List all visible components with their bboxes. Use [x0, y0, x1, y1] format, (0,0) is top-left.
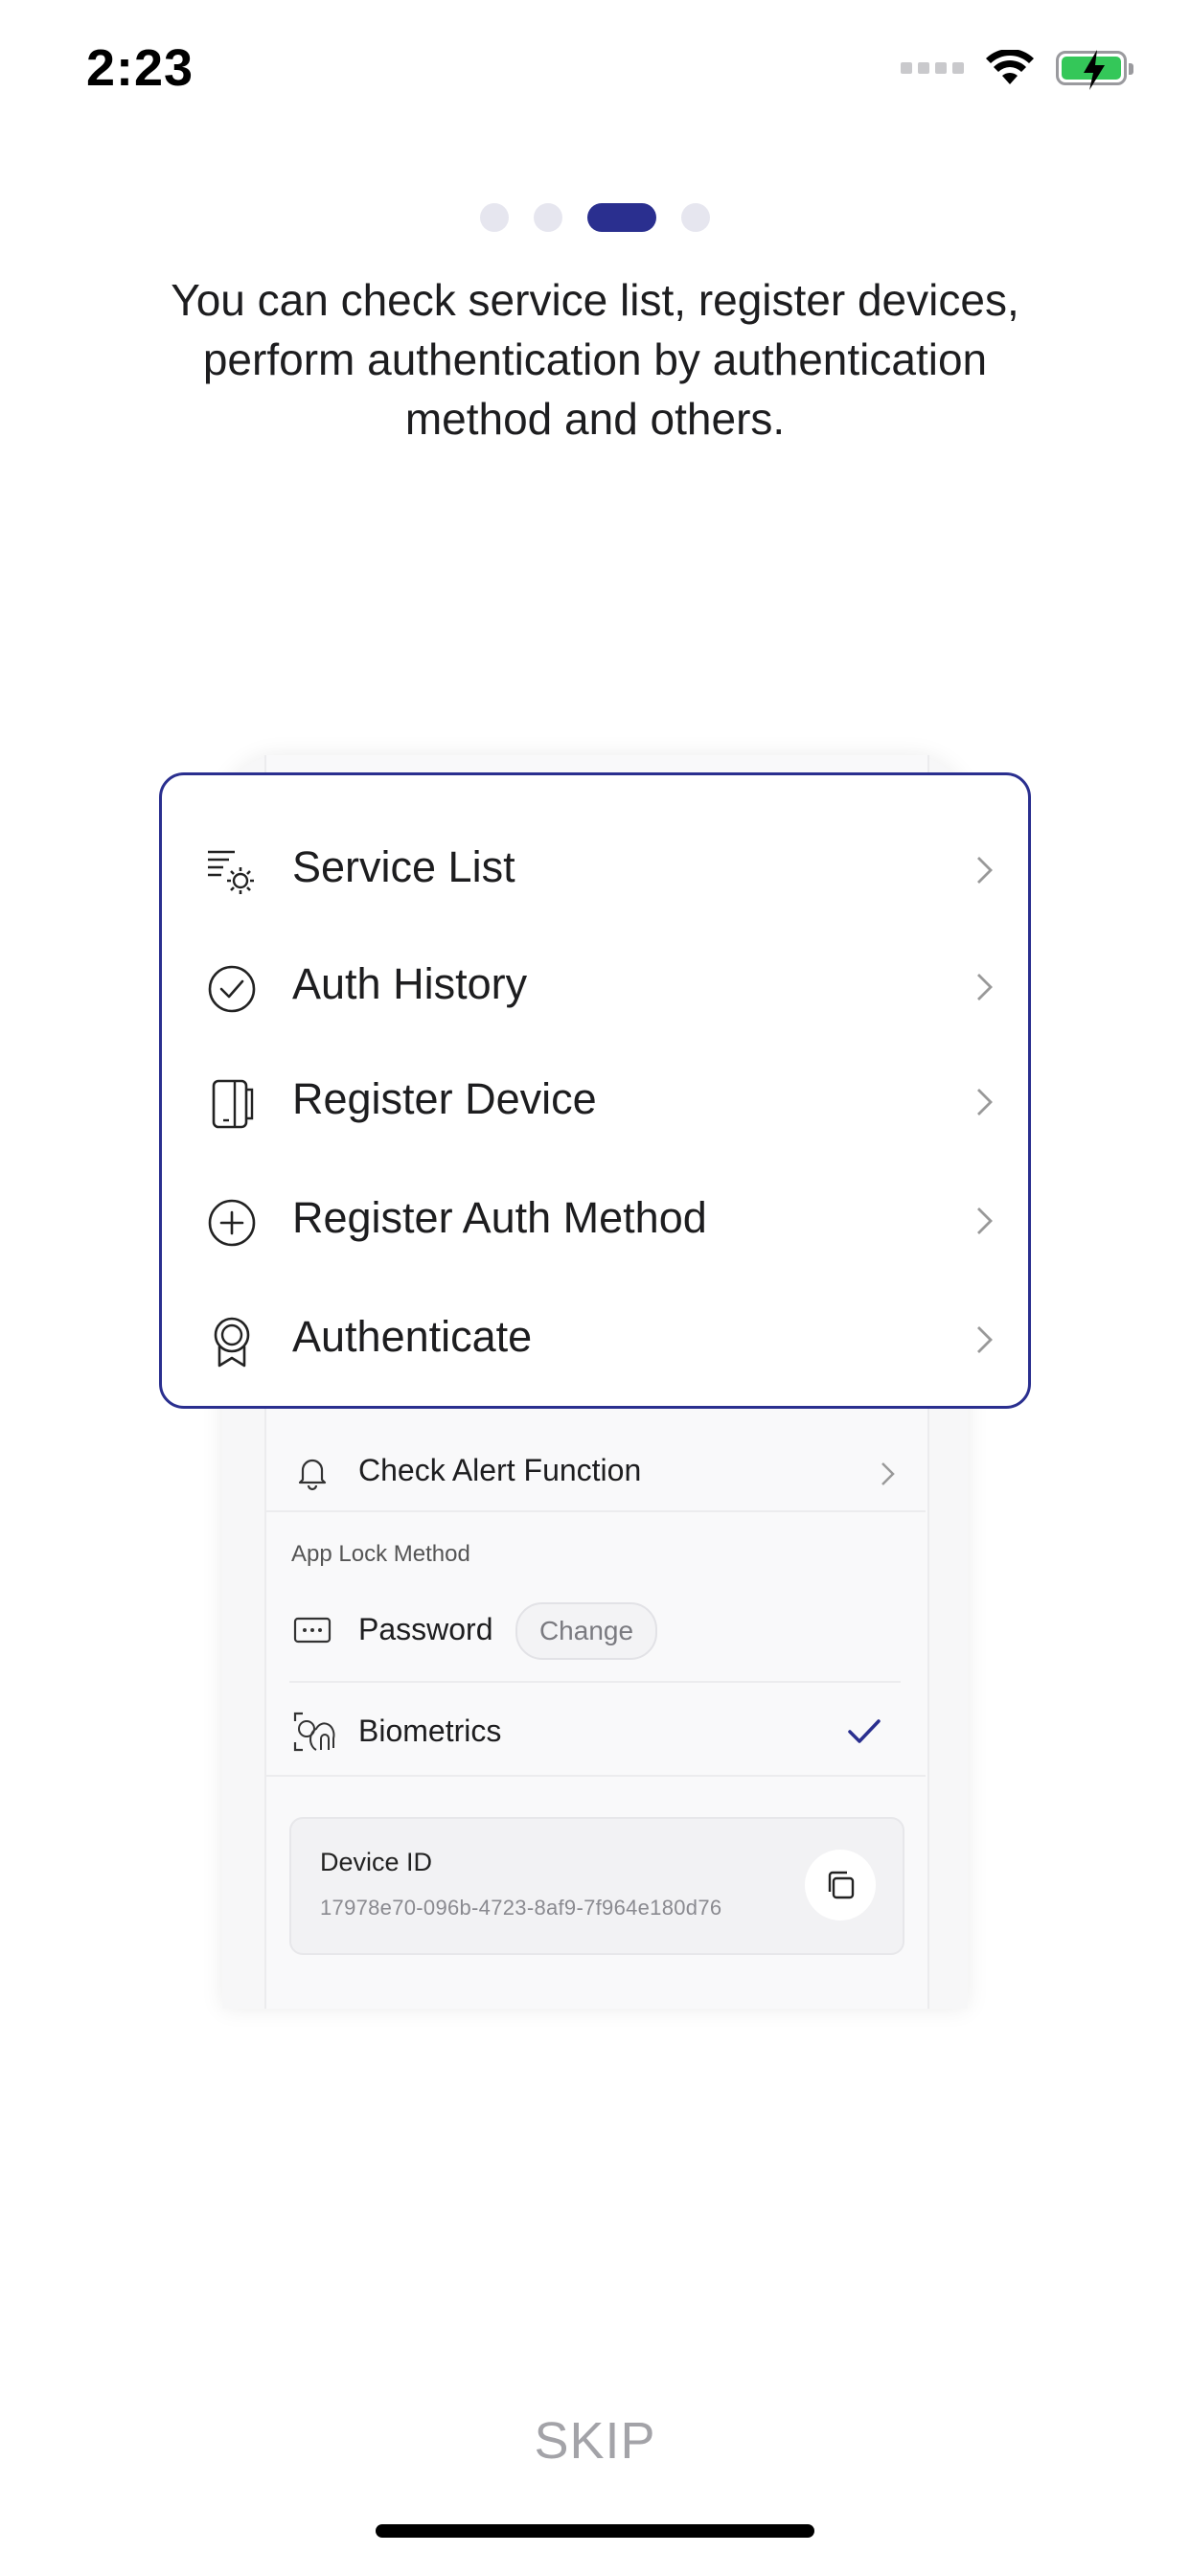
menu-item-service-list[interactable]: Service List: [162, 821, 1028, 917]
fingerprint-face-icon: [293, 1712, 335, 1752]
section-label: App Lock Method: [291, 1541, 470, 1567]
device-icon: [212, 1079, 254, 1129]
menu-item-label: Register Device: [292, 1074, 597, 1123]
menu-item-auth-history[interactable]: Auth History: [162, 938, 1028, 1034]
menu-item-label: Register Auth Method: [292, 1193, 707, 1242]
copy-button[interactable]: [805, 1850, 876, 1920]
biometrics-row: Biometrics: [264, 1696, 926, 1765]
menu-item-register-auth-method[interactable]: Register Auth Method: [162, 1172, 1028, 1268]
status-indicators: [901, 50, 1133, 90]
password-icon: [293, 1617, 332, 1644]
copy-icon: [828, 1871, 855, 1899]
chevron-right-icon: [977, 857, 993, 884]
page-indicator: [0, 203, 1190, 232]
change-button[interactable]: Change: [515, 1602, 657, 1660]
cellular-signal-icon: [901, 62, 964, 74]
menu-item-label: Service List: [292, 842, 515, 891]
home-indicator[interactable]: [376, 2524, 814, 2538]
page-dot[interactable]: [534, 203, 562, 232]
page-dot[interactable]: [681, 203, 710, 232]
chevron-right-icon: [977, 1089, 993, 1116]
checkmark-icon: [848, 1719, 881, 1743]
skip-button[interactable]: SKIP: [0, 2411, 1190, 2471]
page-dot-active[interactable]: [587, 203, 656, 232]
service-list-icon: [208, 850, 254, 894]
device-id-card: Device ID 17978e70-096b-4723-8af9-7f964e…: [289, 1817, 904, 1955]
award-icon: [214, 1317, 250, 1368]
chevron-right-icon: [977, 1208, 993, 1234]
menu-item-label: Auth History: [292, 959, 528, 1008]
menu-item-label: Authenticate: [292, 1312, 533, 1361]
divider: [264, 1775, 926, 1777]
divider: [289, 1681, 901, 1683]
chevron-right-icon: [977, 1326, 993, 1353]
battery-charging-icon: [1056, 50, 1133, 90]
chevron-right-icon: [977, 974, 993, 1000]
menu-item-authenticate[interactable]: Authenticate: [162, 1291, 1028, 1387]
chevron-right-icon: [881, 1462, 895, 1485]
check-circle-icon: [208, 965, 256, 1013]
alert-row: Check Alert Function: [264, 1438, 926, 1510]
menu-item-register-device[interactable]: Register Device: [162, 1053, 1028, 1149]
password-row-label: Password: [358, 1612, 493, 1646]
feature-menu-card: Service List Auth History Register Devic…: [159, 772, 1031, 1409]
divider: [264, 1510, 926, 1512]
device-id-value: 17978e70-096b-4723-8af9-7f964e180d76: [320, 1896, 722, 1920]
bell-icon: [298, 1459, 327, 1491]
biometrics-row-label: Biometrics: [358, 1714, 502, 1748]
plus-circle-icon: [208, 1199, 256, 1247]
alert-row-label: Check Alert Function: [358, 1453, 642, 1487]
wifi-icon: [986, 50, 1034, 84]
page-dot[interactable]: [480, 203, 509, 232]
device-id-title: Device ID: [320, 1848, 433, 1876]
status-time: 2:23: [86, 39, 195, 97]
onboarding-description: You can check service list, register dev…: [171, 275, 1019, 444]
